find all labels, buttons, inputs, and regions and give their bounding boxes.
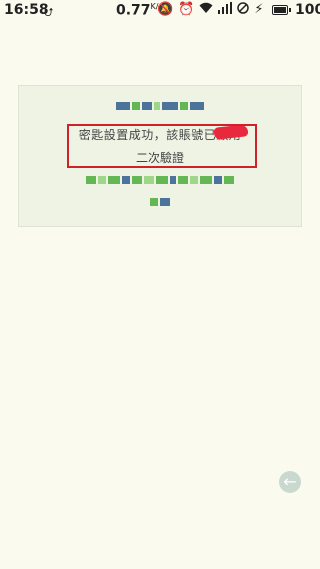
obscured-text-code [19,176,301,184]
wifi-icon [199,2,213,18]
alarm-icon: ⏰ [178,2,195,17]
mute-icon: 🔕 [157,2,174,17]
charging-icon: ⚡ [254,2,264,17]
battery-icon [272,5,291,15]
no-sim-icon [237,2,250,18]
signal-icon [218,2,233,18]
obscured-text-top [19,102,301,110]
obscured-text-bottom [19,198,301,206]
battery-level: 100 [295,2,320,18]
status-time: 16:58 [4,2,49,18]
status-bar: 16:58 ⮍ 0.77K/s 🔕 ⏰ ⚡ 100 [0,0,320,22]
usb-icon: ⮍ [44,5,54,19]
highlight-box [67,124,257,168]
network-speed: 0.77K/s [116,2,163,19]
status-icons: 🔕 ⏰ ⚡ [157,2,264,18]
back-button[interactable]: ← [279,471,301,493]
back-arrow-icon: ← [283,472,297,491]
